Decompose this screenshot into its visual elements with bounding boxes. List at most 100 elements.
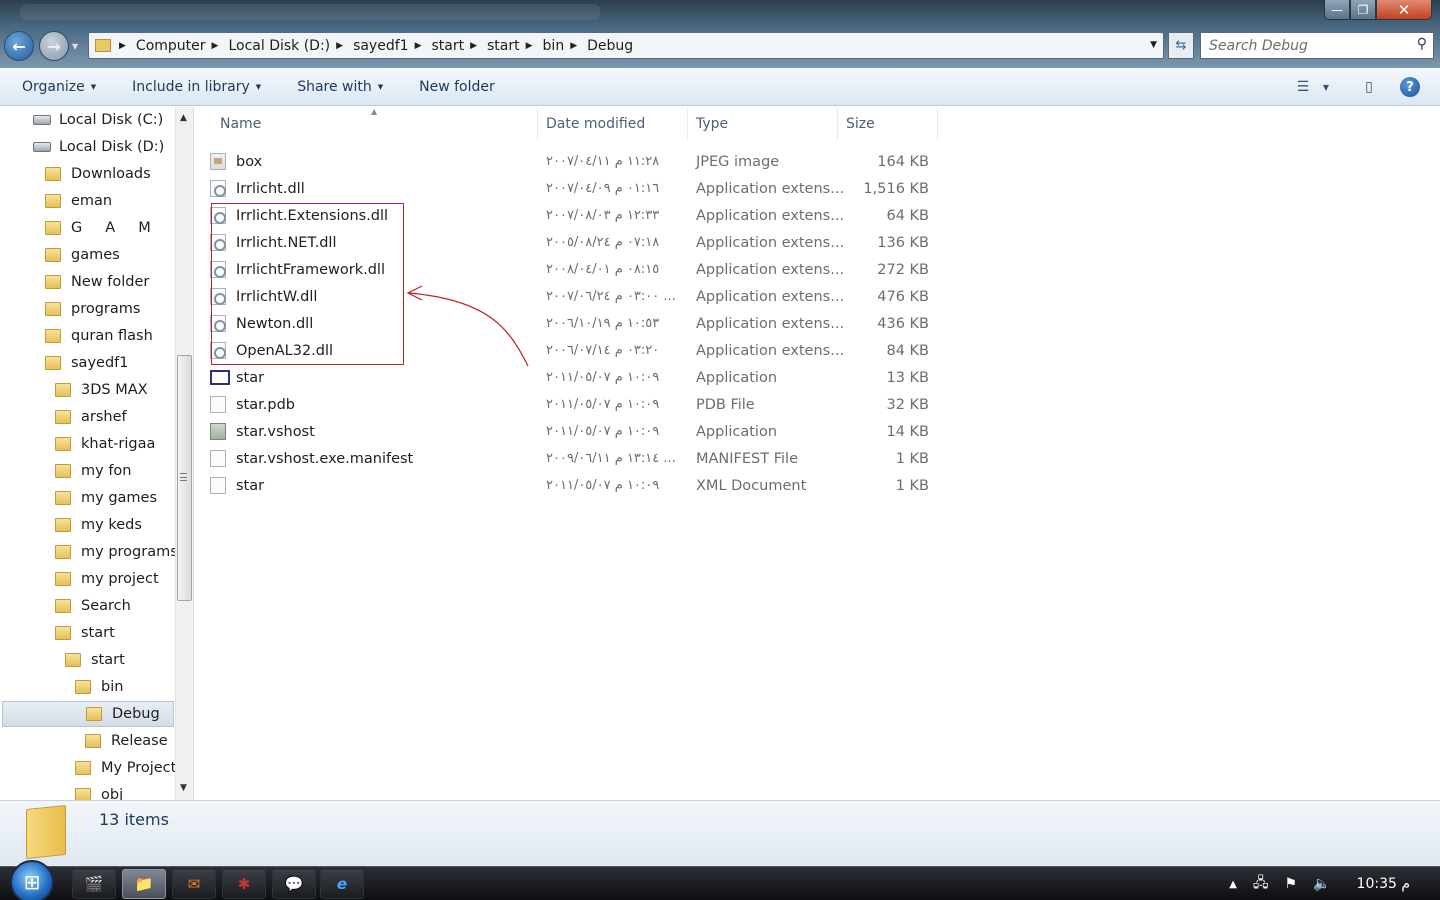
nav-item[interactable]: obj [0,782,123,800]
taskbar-app-3[interactable]: ✉ [172,869,216,899]
breadcrumb-item[interactable]: Debug [587,38,633,54]
breadcrumb-chevron-icon[interactable]: ▶ [526,41,533,51]
nav-item[interactable]: Debug [2,701,174,727]
file-date: ١٠:٠٩ م ٢٠١١/٠٥/٠٧ [546,478,660,493]
new-folder-button[interactable]: New folder [419,79,495,95]
nav-item-label: my programs [81,544,178,560]
search-input[interactable]: Search Debug ⚲ [1200,32,1434,59]
back-button[interactable]: ← [4,31,34,61]
view-dropdown[interactable]: ▼ [1320,77,1332,97]
maximize-button[interactable]: ❐ [1350,0,1376,20]
file-name: Irrlicht.dll [236,180,305,197]
breadcrumb-item[interactable]: bin [543,38,565,54]
file-name-cell: star [210,472,264,499]
address-dropdown-icon[interactable]: ▼ [1150,40,1157,50]
nav-item[interactable]: Search [0,593,131,619]
nav-item[interactable]: games [0,242,120,268]
taskbar-app-4[interactable]: ✱ [222,869,266,899]
breadcrumb-root-chevron-icon[interactable]: ▶ [119,41,126,51]
recent-pages-dropdown[interactable]: ▼ [72,42,78,51]
folder-icon [85,734,101,748]
show-hidden-icons-icon[interactable]: ▲ [1229,879,1237,890]
nav-item[interactable]: Local Disk (D:) [0,134,164,160]
nav-item[interactable]: quran flash [0,323,153,349]
start-button[interactable]: ⊞ [10,860,54,900]
nav-item[interactable]: sayedf1 [0,350,128,376]
taskbar-ie[interactable]: e [320,869,364,899]
nav-item-label: Search [81,598,131,614]
breadcrumb-chevron-icon[interactable]: ▶ [212,41,219,51]
nav-item-label: bin [101,679,124,695]
clock[interactable]: 10:35 م [1357,876,1410,892]
organize-button[interactable]: Organize ▼ [22,79,96,95]
refresh-button[interactable]: ⇆ [1168,32,1194,59]
nav-item[interactable]: G A M [0,215,151,241]
include-in-library-button[interactable]: Include in library ▼ [132,79,261,95]
navigation-scrollbar[interactable]: ▲ ▼ [175,107,193,800]
nav-item[interactable]: my programs [0,539,178,565]
folder-large-icon [26,804,66,860]
breadcrumb-item[interactable]: Computer [136,38,206,54]
window-title-blur [20,4,600,20]
nav-item[interactable]: my project [0,566,159,592]
nav-item[interactable]: 3DS MAX [0,377,148,403]
close-button[interactable]: ✕ [1376,0,1432,20]
nav-item[interactable]: programs [0,296,140,322]
file-size: 1 KB [895,450,929,467]
file-row[interactable]: Irrlicht.dll ٠١:١٦ م ٢٠٠٧/٠٤/٠٩ Applicatio… [210,175,950,202]
nav-item-label: my fon [81,463,132,479]
volume-icon[interactable]: 🔈 [1313,876,1330,892]
file-row[interactable]: box ١١:٢٨ م ٢٠٠٧/٠٤/١١ JPEG image 164 KB [210,148,950,175]
file-row[interactable]: star.vshost ١٠:٠٩ م ٢٠١١/٠٥/٠٧ Application… [210,418,950,445]
file-name: star [236,477,265,494]
share-with-button[interactable]: Share with ▼ [297,79,383,95]
file-row[interactable]: star ١٠:٠٩ م ٢٠١١/٠٥/٠٧ Application 13 KB [210,364,950,391]
nav-item[interactable]: Release [0,728,168,754]
file-date: ٠١:١٦ م ٢٠٠٧/٠٤/٠٩ [546,181,660,196]
file-type: Application extens... [696,234,845,251]
action-center-flag-icon[interactable]: ⚑ [1285,876,1298,892]
taskbar-app-1[interactable]: 🎬 [72,869,116,899]
nav-item[interactable]: My Project [0,755,176,781]
scroll-up-icon[interactable]: ▲ [180,113,187,123]
nav-item[interactable]: bin [0,674,123,700]
forward-button[interactable]: → [39,31,69,61]
nav-item[interactable]: arshef [0,404,127,430]
nav-item[interactable]: Local Disk (C:) [0,107,163,133]
file-row[interactable]: star ١٠:٠٩ م ٢٠١١/٠٥/٠٧ XML Document 1 KB [210,472,950,499]
nav-item[interactable]: eman [0,188,112,214]
breadcrumb-item[interactable]: start [487,38,520,54]
breadcrumb-chevron-icon[interactable]: ▶ [415,41,422,51]
column-header-size[interactable]: Size [838,107,938,141]
nav-item[interactable]: my games [0,485,157,511]
folder-icon [45,167,61,181]
change-view-button[interactable]: ☰ [1292,77,1314,97]
nav-item[interactable]: my fon [0,458,131,484]
breadcrumb-chevron-icon[interactable]: ▶ [336,41,343,51]
minimize-button[interactable]: — [1324,0,1350,20]
taskbar-explorer[interactable]: 📁 [122,869,166,899]
nav-item[interactable]: start [0,647,125,673]
breadcrumb-item[interactable]: sayedf1 [353,38,409,54]
scroll-down-icon[interactable]: ▼ [180,783,187,793]
taskbar-app-5[interactable]: 💬 [272,869,316,899]
network-icon[interactable]: 🖧 [1253,872,1269,896]
column-header-date[interactable]: Date modified [538,107,688,141]
help-button[interactable]: ? [1400,77,1420,97]
preview-pane-button[interactable]: ▯ [1358,77,1380,97]
breadcrumb-chevron-icon[interactable]: ▶ [470,41,477,51]
search-icon[interactable]: ⚲ [1417,36,1427,52]
breadcrumb-item[interactable]: start [431,38,464,54]
nav-item[interactable]: start [0,620,115,646]
address-bar[interactable]: ▶ Computer ▶ Local Disk (D:) ▶ sayedf1 ▶ start… [88,32,1164,59]
nav-item[interactable]: Downloads [0,161,151,187]
folder-icon [86,707,102,721]
nav-item[interactable]: New folder [0,269,149,295]
file-row[interactable]: star.vshost.exe.manifest ... ١٣:١٤ م ٢٠٠٩… [210,445,950,472]
breadcrumb-item[interactable]: Local Disk (D:) [228,38,330,54]
nav-item[interactable]: khat-rigaa [0,431,155,457]
column-header-type[interactable]: Type [688,107,838,141]
breadcrumb-chevron-icon[interactable]: ▶ [570,41,577,51]
nav-item[interactable]: my keds [0,512,142,538]
file-row[interactable]: star.pdb ١٠:٠٩ م ٢٠١١/٠٥/٠٧ PDB File 32 KB [210,391,950,418]
